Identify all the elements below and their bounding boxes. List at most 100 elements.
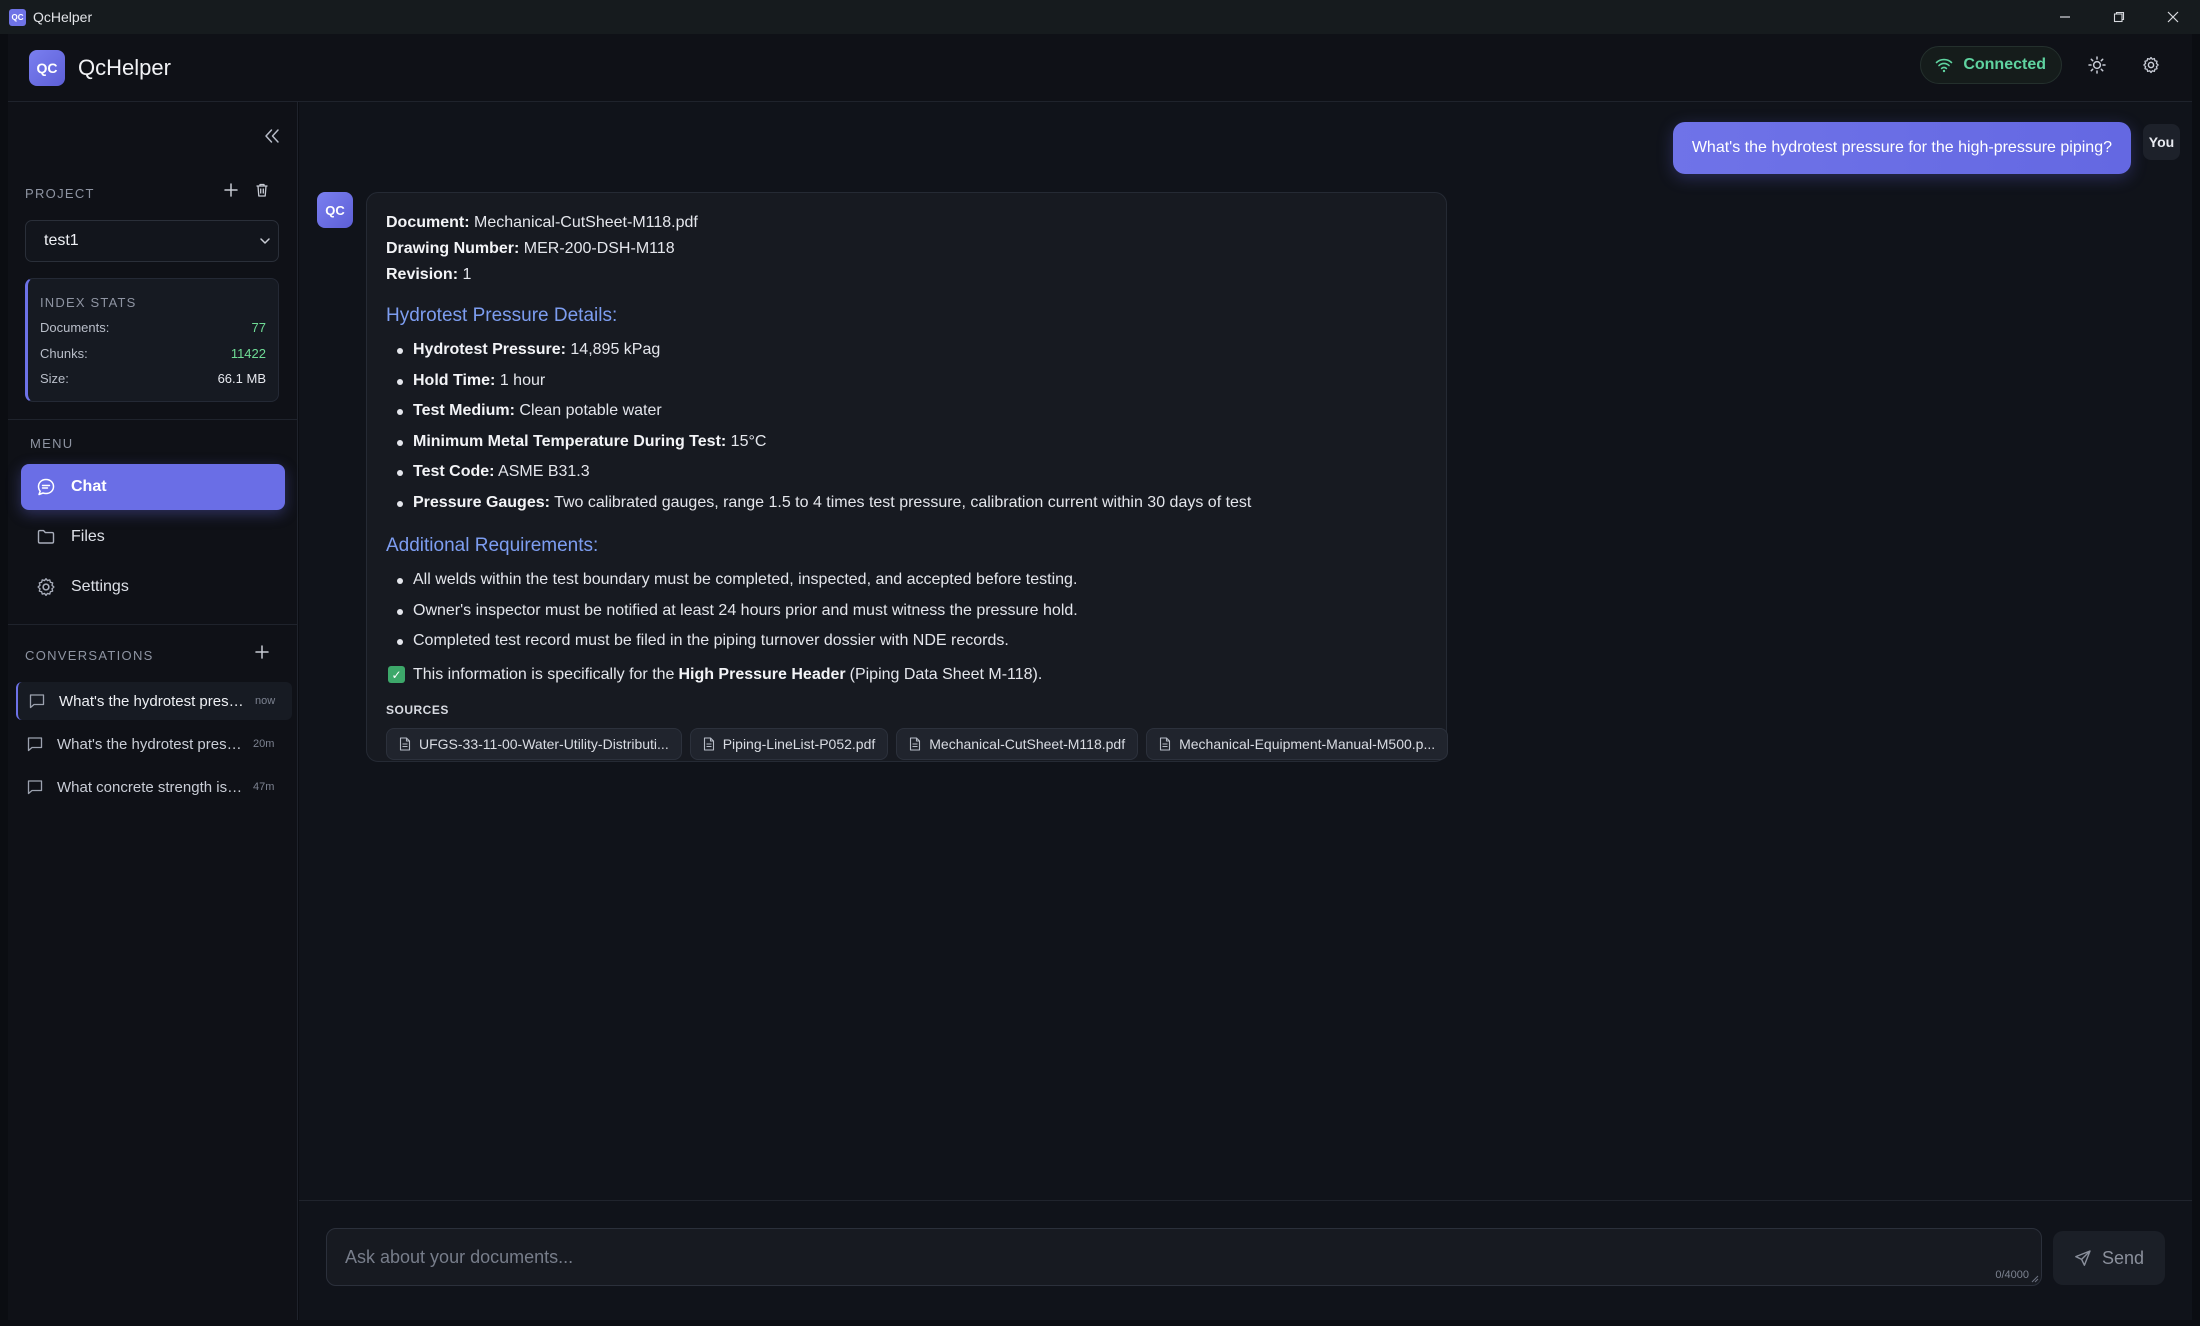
window-title: QcHelper — [33, 9, 93, 25]
conversation-time: 47m — [253, 781, 275, 793]
menu-item-label: Files — [71, 528, 105, 545]
app-logo: QC — [29, 49, 65, 86]
header-actions: Connected — [1920, 46, 2170, 84]
list-item: Hydrotest Pressure: 14,895 kPag — [386, 335, 1427, 366]
collapse-sidebar-button[interactable] — [258, 122, 286, 150]
wifi-icon — [1936, 58, 1953, 73]
assistant-avatar: QC — [317, 192, 353, 228]
source-chip[interactable]: Piping-LineList-P052.pdf — [689, 727, 889, 760]
collapse-chevrons-icon — [265, 129, 279, 143]
user-message-row: What's the hydrotest pressure for the hi… — [1672, 122, 2180, 174]
message-icon — [27, 737, 43, 752]
divider — [8, 624, 298, 625]
conversation-title: What's the hydrotest pressure for the hi… — [57, 735, 243, 753]
conversation-title: What concrete strength is required? — [57, 778, 243, 796]
source-chip[interactable]: Mechanical-CutSheet-M118.pdf — [896, 727, 1139, 760]
message-icon — [29, 694, 45, 709]
connection-status-text: Connected — [1963, 56, 2046, 73]
section-heading: Additional Requirements: — [386, 535, 599, 556]
item-label: Test Code: — [413, 463, 495, 480]
meta-document: Document: Mechanical-CutSheet-M118.pdf — [386, 210, 1427, 236]
source-name: Mechanical-CutSheet-M118.pdf — [929, 735, 1126, 752]
scope-note: ✓ This information is specifically for t… — [386, 663, 1427, 687]
meta-label: Drawing Number: — [386, 240, 520, 257]
details-list: Hydrotest Pressure: 14,895 kPag Hold Tim… — [386, 335, 1427, 518]
character-counter: 0/4000 — [1995, 1269, 2029, 1281]
sun-icon — [2088, 56, 2106, 74]
requirements-list: All welds within the test boundary must … — [386, 565, 1427, 657]
minimize-button[interactable] — [2038, 0, 2092, 34]
item-label: Hydrotest Pressure: — [413, 341, 566, 358]
note-text: This information is specifically for the — [413, 665, 675, 683]
app-icon: QC — [9, 8, 26, 26]
theme-toggle-button[interactable] — [2078, 46, 2116, 84]
source-name: Piping-LineList-P052.pdf — [722, 735, 876, 752]
list-item: Completed test record must be filed in t… — [386, 626, 1427, 657]
chat-panel: What's the hydrotest pressure for the hi… — [299, 102, 2192, 1200]
list-item: Hold Time: 1 hour — [386, 366, 1427, 397]
list-item: All welds within the test boundary must … — [386, 565, 1427, 596]
close-window-button[interactable] — [2146, 0, 2200, 34]
divider — [8, 419, 298, 420]
menu-item-files[interactable]: Files — [21, 514, 285, 560]
note-bold-text: High Pressure Header — [678, 665, 846, 683]
message-composer: Ask about your documents... 0/4000 Send — [299, 1200, 2192, 1320]
plus-icon — [224, 183, 238, 197]
document-icon — [703, 736, 714, 751]
window-controls — [2038, 0, 2200, 34]
source-chip[interactable]: Mechanical-Equipment-Manual-M500.p... — [1146, 727, 1449, 760]
index-stats-title: INDEX STATS — [40, 295, 137, 310]
stat-label: Documents: — [40, 320, 110, 335]
conversation-item[interactable]: What's the hydrotest pressure for the hi… — [16, 725, 292, 763]
project-section-label: PROJECT — [25, 186, 95, 201]
sidebar: PROJECT test1 INDEX STATS Documents: 77 … — [8, 102, 298, 1320]
chevron-down-icon — [260, 238, 270, 244]
restore-button[interactable] — [2092, 0, 2146, 34]
stat-size: Size: 66.1 MB — [40, 371, 266, 386]
item-value: Clean potable water — [519, 402, 662, 419]
item-value: Two calibrated gauges, range 1.5 to 4 ti… — [554, 493, 1252, 511]
item-value: ASME B31.3 — [498, 463, 590, 480]
meta-value: MER-200-DSH-M118 — [523, 240, 675, 257]
stat-label: Chunks: — [40, 346, 88, 361]
stat-value: 77 — [251, 320, 266, 335]
conversation-time: 20m — [253, 738, 275, 750]
add-project-button[interactable] — [223, 182, 239, 198]
message-input-placeholder: Ask about your documents... — [345, 1246, 574, 1267]
project-select-value: test1 — [44, 232, 79, 249]
message-input[interactable]: Ask about your documents... 0/4000 — [326, 1228, 2042, 1286]
meta-label: Revision: — [386, 266, 459, 283]
gear-icon — [2143, 56, 2159, 74]
note-text: (Piping Data Sheet M-118). — [849, 665, 1043, 683]
meta-value: 1 — [462, 266, 472, 283]
list-item: Pressure Gauges: Two calibrated gauges, … — [386, 488, 1427, 519]
resize-grip-icon[interactable] — [2031, 1275, 2039, 1283]
conversation-item[interactable]: What's the hydrotest pressure for the hi… — [16, 682, 292, 720]
menu-item-chat[interactable]: Chat — [21, 464, 285, 510]
send-label: Send — [2101, 1247, 2145, 1268]
app-header: QC QcHelper Connected — [8, 34, 2192, 102]
index-stats-card: INDEX STATS Documents: 77 Chunks: 11422 … — [25, 278, 279, 402]
close-icon — [2167, 11, 2179, 23]
project-select[interactable]: test1 — [25, 220, 279, 262]
menu-item-settings[interactable]: Settings — [21, 564, 285, 610]
stat-value: 11422 — [230, 346, 266, 361]
minimize-icon — [2060, 16, 2070, 18]
user-message-bubble: What's the hydrotest pressure for the hi… — [1672, 122, 2131, 174]
check-icon: ✓ — [388, 666, 405, 683]
chat-bubble-icon — [35, 476, 57, 498]
send-button[interactable]: Send — [2053, 1231, 2165, 1285]
delete-project-button[interactable] — [254, 182, 270, 198]
message-icon — [27, 780, 43, 795]
new-conversation-button[interactable] — [254, 644, 270, 660]
item-label: Test Medium: — [413, 402, 515, 419]
brand-name: QcHelper — [78, 54, 171, 80]
source-chip[interactable]: UFGS-33-11-00-Water-Utility-Distributi..… — [386, 727, 682, 760]
conversation-item[interactable]: What concrete strength is required? 47m — [16, 768, 292, 806]
list-item: Owner's inspector must be notified at le… — [386, 596, 1427, 627]
meta-label: Document: — [386, 214, 470, 231]
item-label: Minimum Metal Temperature During Test: — [413, 432, 727, 450]
settings-button[interactable] — [2132, 46, 2170, 84]
sources-label: SOURCES — [386, 702, 449, 717]
section-heading: Hydrotest Pressure Details: — [386, 305, 618, 326]
